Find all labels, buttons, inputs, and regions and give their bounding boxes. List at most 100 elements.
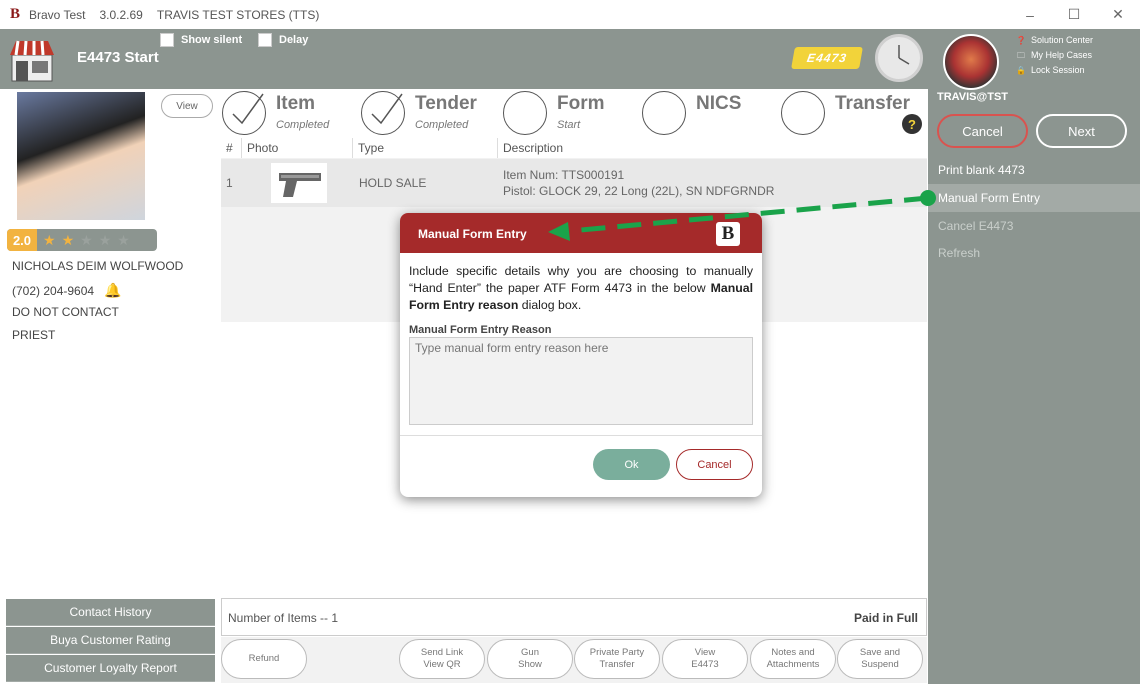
lock-session-label: Lock Session bbox=[1031, 65, 1085, 75]
step-status: Start bbox=[557, 119, 581, 131]
btn-line1: View bbox=[694, 647, 716, 658]
refund-label: Refund bbox=[248, 653, 280, 664]
brand-logo-icon: B bbox=[716, 222, 740, 246]
user-avatar[interactable] bbox=[943, 34, 999, 90]
btn-line2: Show bbox=[518, 659, 542, 670]
customer-rating: 2.0 ★ ★ ★ ★ ★ bbox=[7, 229, 157, 251]
next-step-button[interactable]: Next bbox=[1036, 114, 1127, 148]
btn-line1: Save and bbox=[859, 647, 901, 658]
lock-session-link[interactable]: 🔒 Lock Session bbox=[1016, 63, 1093, 78]
view-e4473-button[interactable]: View E4473 bbox=[662, 639, 748, 679]
bell-icon[interactable]: 🔔 bbox=[104, 282, 121, 299]
help-icon[interactable]: ? bbox=[902, 114, 922, 134]
menu-item-print-blank[interactable]: Print blank 4473 bbox=[928, 156, 1140, 184]
customer-contact-pref: DO NOT CONTACT bbox=[12, 305, 119, 319]
e4473-badge: E4473 bbox=[791, 47, 863, 69]
btn-line2: Suspend bbox=[861, 659, 899, 670]
reason-input[interactable] bbox=[409, 337, 753, 425]
col-num: # bbox=[221, 138, 242, 158]
step-name: NICS bbox=[696, 93, 742, 114]
refund-button[interactable]: Refund bbox=[221, 639, 307, 679]
btn-line1: Gun bbox=[521, 647, 539, 658]
customer-photo bbox=[17, 92, 145, 220]
customer-phone: (702) 204-9604 bbox=[12, 283, 95, 298]
step-circle bbox=[642, 91, 686, 135]
step-status: Completed bbox=[276, 119, 330, 131]
instructions-text: Include specific details why you are cho… bbox=[409, 264, 753, 295]
customer-name: NICHOLAS DEIM WOLFWOOD bbox=[12, 259, 184, 273]
close-button[interactable]: ✕ bbox=[1096, 0, 1140, 29]
items-count: Number of Items -- 1 bbox=[228, 611, 339, 625]
show-silent-checkbox[interactable]: Show silent bbox=[160, 33, 242, 47]
customer-phone-row: (702) 204-9604 🔔 bbox=[12, 282, 122, 299]
btn-line2: E4473 bbox=[691, 659, 719, 670]
my-help-cases-link[interactable]: 🗀 My Help Cases bbox=[1016, 48, 1093, 63]
menu-item-refresh[interactable]: Refresh bbox=[928, 239, 1140, 267]
app-name: Bravo Test bbox=[29, 7, 86, 22]
step-name: Transfer bbox=[835, 93, 910, 114]
gun-photo bbox=[271, 163, 327, 203]
view-customer-button[interactable]: View bbox=[161, 94, 213, 118]
folder-icon: 🗀 bbox=[1017, 51, 1025, 60]
app-logo-icon: B bbox=[9, 6, 20, 22]
star-icon: ★ bbox=[43, 231, 56, 248]
btn-line2: Attachments bbox=[766, 659, 820, 670]
send-link-button[interactable]: Send Link View QR bbox=[399, 639, 485, 679]
step-name: Form bbox=[557, 93, 605, 114]
row-type: HOLD SALE bbox=[359, 176, 427, 190]
private-party-transfer-button[interactable]: Private Party Transfer bbox=[574, 639, 660, 679]
star-empty-icon: ★ bbox=[117, 231, 130, 248]
delay-box[interactable] bbox=[258, 33, 272, 47]
ok-button[interactable]: Ok bbox=[593, 449, 670, 480]
menu-item-manual-form-entry[interactable]: Manual Form Entry bbox=[928, 184, 1140, 212]
customer-loyalty-report-button[interactable]: Customer Loyalty Report bbox=[6, 655, 215, 682]
step-name: Item bbox=[276, 93, 316, 114]
minimize-button[interactable]: – bbox=[1008, 0, 1052, 29]
step-form: Form Start bbox=[503, 89, 633, 137]
step-nics: NICS bbox=[642, 89, 772, 137]
right-panel: ❓ Solution Center 🗀 My Help Cases 🔒 Lock Se… bbox=[928, 29, 1140, 684]
btn-line1: Notes and bbox=[771, 647, 815, 658]
buya-customer-rating-button[interactable]: Buya Customer Rating bbox=[6, 627, 215, 654]
btn-line1: Send Link bbox=[420, 647, 464, 658]
star-empty-icon: ★ bbox=[80, 231, 93, 248]
step-item: Item Completed bbox=[222, 89, 352, 137]
step-name: Tender bbox=[415, 93, 477, 114]
app-version: 3.0.2.69 bbox=[99, 7, 143, 22]
dialog-divider bbox=[400, 435, 762, 436]
contact-history-button[interactable]: Contact History bbox=[6, 599, 215, 626]
instructions-tail: dialog box. bbox=[518, 298, 582, 312]
payment-status: Paid in Full bbox=[853, 611, 918, 625]
solution-center-link[interactable]: ❓ Solution Center bbox=[1016, 33, 1093, 48]
maximize-button[interactable]: ☐ bbox=[1052, 0, 1096, 29]
my-help-cases-label: My Help Cases bbox=[1031, 50, 1093, 60]
show-silent-label: Show silent bbox=[181, 34, 243, 46]
title-bar: B Bravo Test 3.0.2.69 TRAVIS TEST STORES… bbox=[0, 0, 1140, 29]
store-name: TRAVIS TEST STORES (TTS) bbox=[156, 7, 320, 22]
cancel-button[interactable]: Cancel bbox=[676, 449, 753, 480]
delay-checkbox[interactable]: Delay bbox=[258, 33, 308, 47]
dialog-header: Manual Form Entry B bbox=[400, 213, 762, 253]
menu-item-cancel-e4473[interactable]: Cancel E4473 bbox=[928, 212, 1140, 240]
page-title: E4473 Start bbox=[77, 49, 159, 66]
clock-icon bbox=[875, 34, 923, 82]
step-status: Completed bbox=[415, 119, 469, 131]
items-summary: Number of Items -- 1 Paid in Full bbox=[221, 598, 927, 636]
star-empty-icon: ★ bbox=[98, 231, 112, 248]
btn-line1: Private Party bbox=[589, 647, 645, 658]
rating-value: 2.0 bbox=[7, 229, 37, 251]
notes-attachments-button[interactable]: Notes and Attachments bbox=[750, 639, 836, 679]
save-suspend-button[interactable]: Save and Suspend bbox=[837, 639, 923, 679]
row-desc-line2: Pistol: GLOCK 29, 22 Long (22L), SN NDFG… bbox=[503, 184, 775, 198]
table-row[interactable]: 1 HOLD SALE Item Num: TTS000191 Pistol: … bbox=[221, 159, 927, 207]
step-check-icon bbox=[222, 91, 266, 135]
btn-line2: View QR bbox=[423, 659, 461, 670]
dialog-instructions: Include specific details why you are cho… bbox=[409, 263, 753, 314]
question-icon: ❓ bbox=[1016, 36, 1026, 45]
cancel-step-button[interactable]: Cancel bbox=[937, 114, 1028, 148]
show-silent-box[interactable] bbox=[160, 33, 174, 47]
step-tender: Tender Completed bbox=[361, 89, 491, 137]
solution-center-label: Solution Center bbox=[1031, 35, 1094, 45]
btn-line2: Transfer bbox=[599, 659, 635, 670]
gun-show-button[interactable]: Gun Show bbox=[487, 639, 573, 679]
